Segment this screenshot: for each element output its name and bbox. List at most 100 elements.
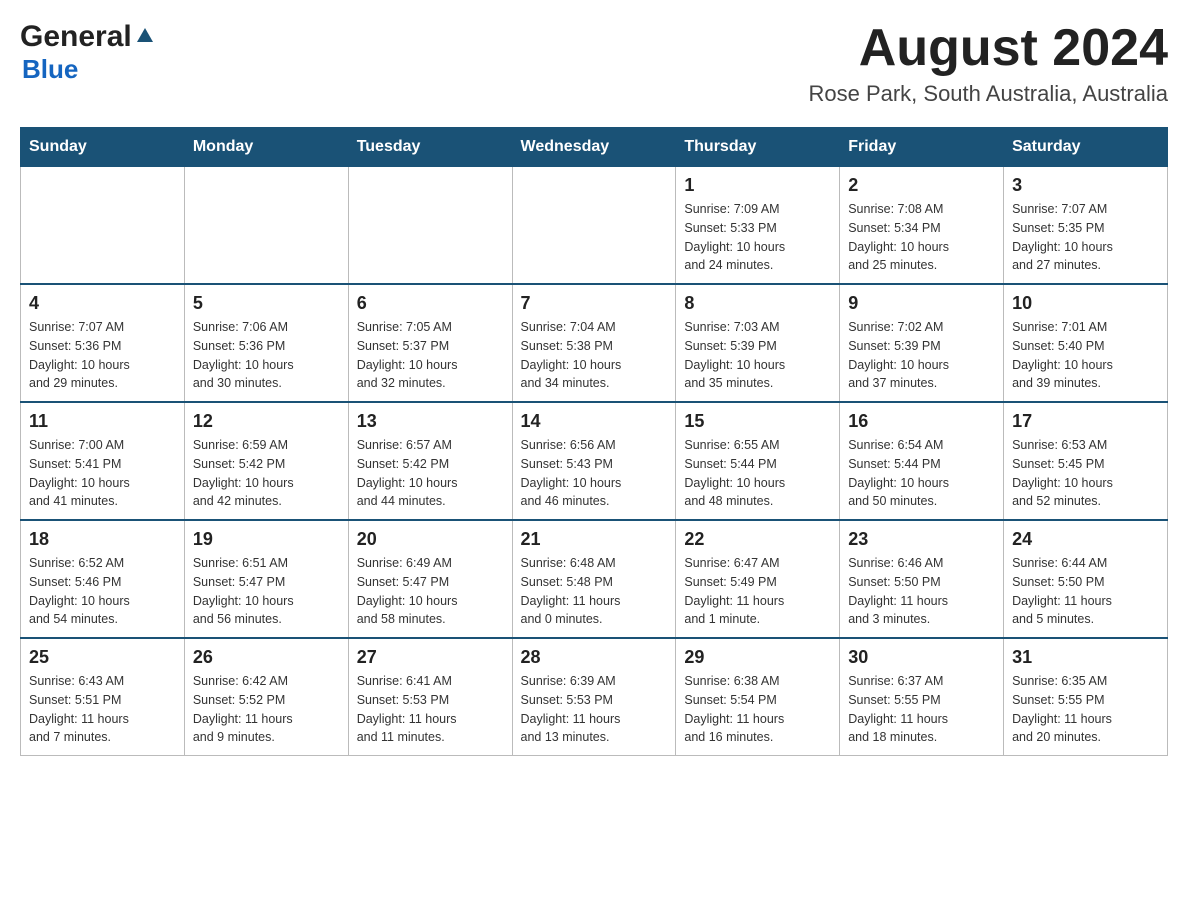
- calendar-cell: 23 Sunrise: 6:46 AM Sunset: 5:50 PM Dayli…: [840, 520, 1004, 638]
- day-number: 22: [684, 529, 831, 550]
- day-number: 6: [357, 293, 504, 314]
- day-number: 25: [29, 647, 176, 668]
- calendar-cell: 29 Sunrise: 6:38 AM Sunset: 5:54 PM Dayli…: [676, 638, 840, 756]
- calendar-cell: 10 Sunrise: 7:01 AM Sunset: 5:40 PM Dayli…: [1004, 284, 1168, 402]
- calendar-cell: 13 Sunrise: 6:57 AM Sunset: 5:42 PM Dayli…: [348, 402, 512, 520]
- calendar-cell: 17Sunrise: 6:53 AM Sunset: 5:45 PM Dayli…: [1004, 402, 1168, 520]
- calendar-cell: 7 Sunrise: 7:04 AM Sunset: 5:38 PM Daylig…: [512, 284, 676, 402]
- day-number: 28: [521, 647, 668, 668]
- day-number: 11: [29, 411, 176, 432]
- day-number: 10: [1012, 293, 1159, 314]
- day-info: Sunrise: 6:48 AM Sunset: 5:48 PM Dayligh…: [521, 554, 668, 629]
- day-number: 31: [1012, 647, 1159, 668]
- day-number: 5: [193, 293, 340, 314]
- day-number: 2: [848, 175, 995, 196]
- calendar-cell: 20 Sunrise: 6:49 AM Sunset: 5:47 PM Dayli…: [348, 520, 512, 638]
- day-info: Sunrise: 7:07 AM Sunset: 5:35 PM Dayligh…: [1012, 200, 1159, 275]
- calendar-cell: 5 Sunrise: 7:06 AM Sunset: 5:36 PM Daylig…: [184, 284, 348, 402]
- calendar-cell: [184, 167, 348, 285]
- day-number: 16: [848, 411, 995, 432]
- month-title: August 2024: [808, 20, 1168, 77]
- calendar-cell: 31Sunrise: 6:35 AM Sunset: 5:55 PM Dayli…: [1004, 638, 1168, 756]
- day-number: 27: [357, 647, 504, 668]
- week-row-1: 1 Sunrise: 7:09 AM Sunset: 5:33 PM Daylig…: [21, 167, 1168, 285]
- calendar-cell: 8 Sunrise: 7:03 AM Sunset: 5:39 PM Daylig…: [676, 284, 840, 402]
- day-info: Sunrise: 6:37 AM Sunset: 5:55 PM Dayligh…: [848, 672, 995, 747]
- day-info: Sunrise: 7:06 AM Sunset: 5:36 PM Dayligh…: [193, 318, 340, 393]
- day-info: Sunrise: 6:56 AM Sunset: 5:43 PM Dayligh…: [521, 436, 668, 511]
- header-friday: Friday: [840, 128, 1004, 167]
- calendar-cell: 30 Sunrise: 6:37 AM Sunset: 5:55 PM Dayli…: [840, 638, 1004, 756]
- day-number: 19: [193, 529, 340, 550]
- calendar-cell: 28Sunrise: 6:39 AM Sunset: 5:53 PM Dayli…: [512, 638, 676, 756]
- calendar-cell: 11Sunrise: 7:00 AM Sunset: 5:41 PM Dayli…: [21, 402, 185, 520]
- day-info: Sunrise: 7:02 AM Sunset: 5:39 PM Dayligh…: [848, 318, 995, 393]
- day-number: 4: [29, 293, 176, 314]
- day-number: 13: [357, 411, 504, 432]
- day-info: Sunrise: 7:05 AM Sunset: 5:37 PM Dayligh…: [357, 318, 504, 393]
- day-info: Sunrise: 7:01 AM Sunset: 5:40 PM Dayligh…: [1012, 318, 1159, 393]
- day-info: Sunrise: 6:46 AM Sunset: 5:50 PM Dayligh…: [848, 554, 995, 629]
- day-number: 7: [521, 293, 668, 314]
- calendar-cell: [21, 167, 185, 285]
- logo: General Blue: [20, 20, 154, 85]
- calendar-cell: 19 Sunrise: 6:51 AM Sunset: 5:47 PM Dayli…: [184, 520, 348, 638]
- header-saturday: Saturday: [1004, 128, 1168, 167]
- day-info: Sunrise: 6:51 AM Sunset: 5:47 PM Dayligh…: [193, 554, 340, 629]
- week-row-4: 18Sunrise: 6:52 AM Sunset: 5:46 PM Dayli…: [21, 520, 1168, 638]
- day-number: 15: [684, 411, 831, 432]
- calendar-header-row: SundayMondayTuesdayWednesdayThursdayFrid…: [21, 128, 1168, 167]
- logo-general-text: General: [20, 20, 132, 54]
- day-number: 20: [357, 529, 504, 550]
- day-info: Sunrise: 6:38 AM Sunset: 5:54 PM Dayligh…: [684, 672, 831, 747]
- calendar-cell: 22 Sunrise: 6:47 AM Sunset: 5:49 PM Dayli…: [676, 520, 840, 638]
- day-number: 8: [684, 293, 831, 314]
- day-number: 30: [848, 647, 995, 668]
- day-number: 29: [684, 647, 831, 668]
- logo-blue-text: Blue: [22, 54, 78, 84]
- calendar-cell: [348, 167, 512, 285]
- calendar-cell: 6 Sunrise: 7:05 AM Sunset: 5:37 PM Daylig…: [348, 284, 512, 402]
- day-info: Sunrise: 6:41 AM Sunset: 5:53 PM Dayligh…: [357, 672, 504, 747]
- week-row-5: 25 Sunrise: 6:43 AM Sunset: 5:51 PM Dayli…: [21, 638, 1168, 756]
- logo-triangle-icon: [136, 26, 154, 49]
- calendar-cell: 24Sunrise: 6:44 AM Sunset: 5:50 PM Dayli…: [1004, 520, 1168, 638]
- day-number: 1: [684, 175, 831, 196]
- calendar-table: SundayMondayTuesdayWednesdayThursdayFrid…: [20, 127, 1168, 756]
- calendar-cell: 2 Sunrise: 7:08 AM Sunset: 5:34 PM Daylig…: [840, 167, 1004, 285]
- calendar-cell: 1 Sunrise: 7:09 AM Sunset: 5:33 PM Daylig…: [676, 167, 840, 285]
- day-info: Sunrise: 6:47 AM Sunset: 5:49 PM Dayligh…: [684, 554, 831, 629]
- calendar-cell: 21Sunrise: 6:48 AM Sunset: 5:48 PM Dayli…: [512, 520, 676, 638]
- day-number: 14: [521, 411, 668, 432]
- day-info: Sunrise: 6:57 AM Sunset: 5:42 PM Dayligh…: [357, 436, 504, 511]
- day-number: 24: [1012, 529, 1159, 550]
- week-row-2: 4 Sunrise: 7:07 AM Sunset: 5:36 PM Daylig…: [21, 284, 1168, 402]
- day-info: Sunrise: 7:03 AM Sunset: 5:39 PM Dayligh…: [684, 318, 831, 393]
- day-info: Sunrise: 7:04 AM Sunset: 5:38 PM Dayligh…: [521, 318, 668, 393]
- location-title: Rose Park, South Australia, Australia: [808, 81, 1168, 107]
- calendar-cell: 14 Sunrise: 6:56 AM Sunset: 5:43 PM Dayli…: [512, 402, 676, 520]
- day-info: Sunrise: 6:42 AM Sunset: 5:52 PM Dayligh…: [193, 672, 340, 747]
- calendar-cell: 26 Sunrise: 6:42 AM Sunset: 5:52 PM Dayli…: [184, 638, 348, 756]
- day-info: Sunrise: 6:53 AM Sunset: 5:45 PM Dayligh…: [1012, 436, 1159, 511]
- day-info: Sunrise: 6:43 AM Sunset: 5:51 PM Dayligh…: [29, 672, 176, 747]
- header-sunday: Sunday: [21, 128, 185, 167]
- day-info: Sunrise: 7:08 AM Sunset: 5:34 PM Dayligh…: [848, 200, 995, 275]
- day-info: Sunrise: 7:07 AM Sunset: 5:36 PM Dayligh…: [29, 318, 176, 393]
- day-info: Sunrise: 6:59 AM Sunset: 5:42 PM Dayligh…: [193, 436, 340, 511]
- calendar-cell: 12Sunrise: 6:59 AM Sunset: 5:42 PM Dayli…: [184, 402, 348, 520]
- day-number: 26: [193, 647, 340, 668]
- calendar-cell: 9Sunrise: 7:02 AM Sunset: 5:39 PM Daylig…: [840, 284, 1004, 402]
- header-monday: Monday: [184, 128, 348, 167]
- day-info: Sunrise: 6:49 AM Sunset: 5:47 PM Dayligh…: [357, 554, 504, 629]
- day-number: 18: [29, 529, 176, 550]
- calendar-cell: 18Sunrise: 6:52 AM Sunset: 5:46 PM Dayli…: [21, 520, 185, 638]
- title-section: August 2024 Rose Park, South Australia, …: [808, 20, 1168, 107]
- day-number: 23: [848, 529, 995, 550]
- calendar-cell: [512, 167, 676, 285]
- page-header: General Blue August 2024 Rose Park, Sout…: [20, 20, 1168, 107]
- calendar-cell: 27 Sunrise: 6:41 AM Sunset: 5:53 PM Dayli…: [348, 638, 512, 756]
- day-number: 3: [1012, 175, 1159, 196]
- calendar-cell: 15Sunrise: 6:55 AM Sunset: 5:44 PM Dayli…: [676, 402, 840, 520]
- day-info: Sunrise: 7:09 AM Sunset: 5:33 PM Dayligh…: [684, 200, 831, 275]
